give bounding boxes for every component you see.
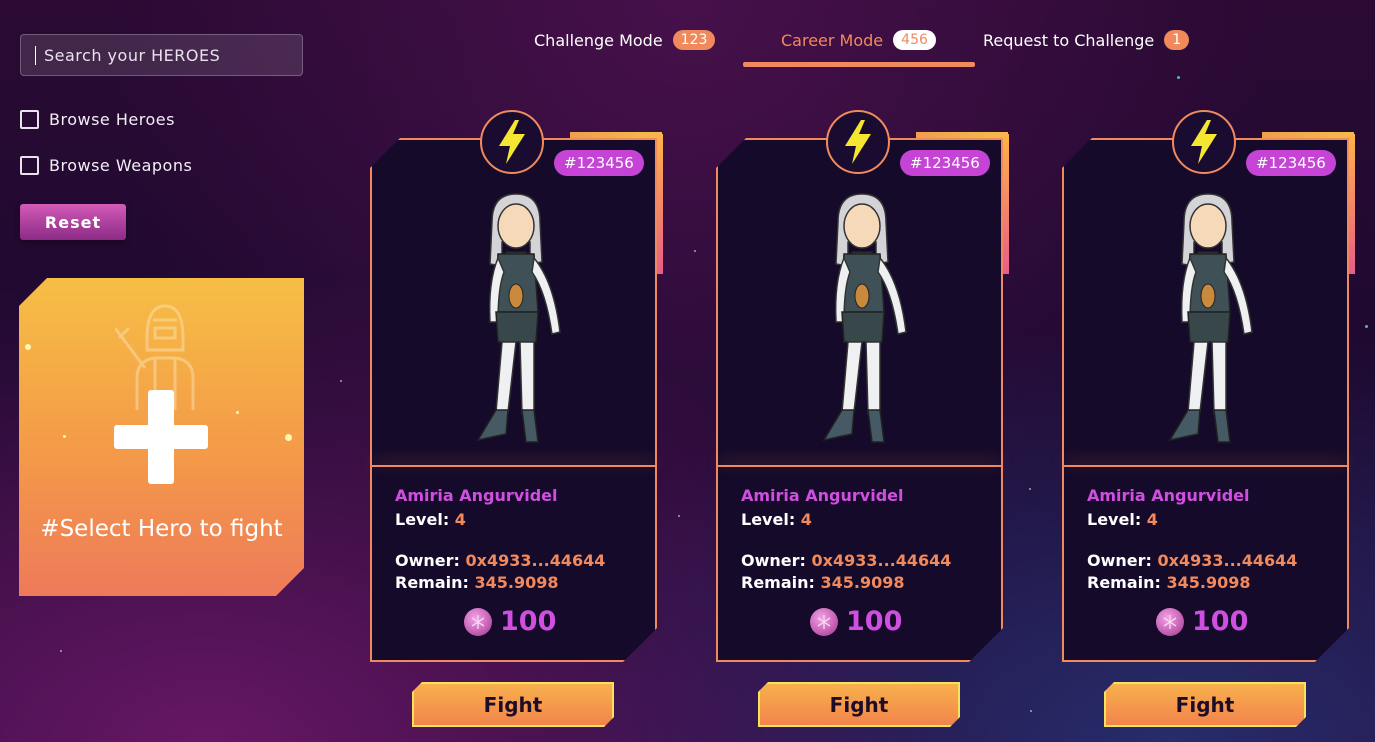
active-tab-indicator xyxy=(743,62,975,67)
card-glow xyxy=(916,132,1008,138)
hero-name: Amiria Angurvidel xyxy=(741,486,904,505)
hero-level: 4 xyxy=(454,510,466,529)
hero-card[interactable]: #123456 Amiria Angurvidel Level: 4 Owner… xyxy=(370,110,665,730)
tab-count-badge: 123 xyxy=(672,30,716,50)
card-divider xyxy=(718,465,1001,467)
card-divider xyxy=(372,465,655,467)
hero-id-badge: #123456 xyxy=(554,150,644,176)
hero-owner: 0x4933...44644 xyxy=(811,551,952,570)
price-value: 100 xyxy=(1192,606,1249,637)
hero-price: 100 xyxy=(464,606,556,637)
tab-label: Request to Challenge xyxy=(983,30,1155,50)
hero-remain: 345.9098 xyxy=(820,573,905,592)
hero-remain: 345.9098 xyxy=(1166,573,1251,592)
card-divider xyxy=(1064,465,1347,467)
hero-level: 4 xyxy=(1146,510,1158,529)
fight-button[interactable]: Fight xyxy=(1104,682,1306,727)
hero-owner: 0x4933...44644 xyxy=(1157,551,1298,570)
hero-portrait xyxy=(1168,193,1253,443)
hero-id-badge: #123456 xyxy=(900,150,990,176)
price-value: 100 xyxy=(500,606,557,637)
hero-portrait xyxy=(822,193,907,443)
hero-name: Amiria Angurvidel xyxy=(1087,486,1250,505)
token-coin-icon xyxy=(1156,607,1184,636)
token-coin-icon xyxy=(810,607,838,636)
owner-label: Owner: xyxy=(1087,551,1152,570)
sparkle xyxy=(285,434,292,441)
tab-career-mode[interactable]: Career Mode 456 xyxy=(781,30,936,50)
sparkle xyxy=(63,435,66,438)
hero-level: 4 xyxy=(800,510,812,529)
card-glow xyxy=(570,132,662,138)
card-glow xyxy=(1262,132,1354,138)
lightning-icon xyxy=(480,110,544,174)
hero-card[interactable]: #123456 Amiria Angurvidel Level: 4 Owner… xyxy=(1062,110,1357,730)
tab-label: Challenge Mode xyxy=(534,30,663,50)
browse-heroes-checkbox[interactable] xyxy=(20,110,39,129)
search-box[interactable] xyxy=(20,34,303,76)
tab-count-badge: 456 xyxy=(893,30,936,50)
browse-weapons-checkbox[interactable] xyxy=(20,156,39,175)
sparkle xyxy=(25,344,31,350)
token-coin-icon xyxy=(464,607,492,636)
hero-info: Amiria Angurvidel Level: 4 Owner: 0x4933… xyxy=(395,484,605,594)
hero-remain: 345.9098 xyxy=(474,573,559,592)
browse-weapons-label: Browse Weapons xyxy=(49,156,193,175)
lightning-icon xyxy=(826,110,890,174)
tab-challenge-mode[interactable]: Challenge Mode 123 xyxy=(534,30,716,50)
level-label: Level: xyxy=(741,510,796,529)
hero-owner: 0x4933...44644 xyxy=(465,551,606,570)
remain-label: Remain: xyxy=(1087,573,1161,592)
select-hero-slot[interactable]: #Select Hero to fight xyxy=(19,278,304,596)
fight-button[interactable]: Fight xyxy=(758,682,960,727)
hero-id-badge: #123456 xyxy=(1246,150,1336,176)
remain-label: Remain: xyxy=(395,573,469,592)
remain-label: Remain: xyxy=(741,573,815,592)
price-value: 100 xyxy=(846,606,903,637)
hero-name: Amiria Angurvidel xyxy=(395,486,558,505)
level-label: Level: xyxy=(1087,510,1142,529)
tab-request-to-challenge[interactable]: Request to Challenge 1 xyxy=(983,30,1190,50)
plus-icon-bar xyxy=(114,425,208,449)
fight-button[interactable]: Fight xyxy=(412,682,614,727)
reset-button[interactable]: Reset xyxy=(20,204,126,240)
filter-browse-weapons[interactable]: Browse Weapons xyxy=(20,156,192,175)
hero-card[interactable]: #123456 Amiria Angurvidel Level: 4 Owner… xyxy=(716,110,1011,730)
owner-label: Owner: xyxy=(741,551,806,570)
tab-label: Career Mode xyxy=(781,30,884,50)
hero-info: Amiria Angurvidel Level: 4 Owner: 0x4933… xyxy=(1087,484,1297,594)
hero-portrait xyxy=(476,193,561,443)
search-input[interactable] xyxy=(35,45,302,65)
browse-heroes-label: Browse Heroes xyxy=(49,110,175,129)
level-label: Level: xyxy=(395,510,450,529)
sparkle xyxy=(236,411,239,414)
filter-browse-heroes[interactable]: Browse Heroes xyxy=(20,110,175,129)
lightning-icon xyxy=(1172,110,1236,174)
hero-info: Amiria Angurvidel Level: 4 Owner: 0x4933… xyxy=(741,484,951,594)
hero-price: 100 xyxy=(810,606,902,637)
owner-label: Owner: xyxy=(395,551,460,570)
select-hero-label: #Select Hero to fight xyxy=(40,516,283,542)
hero-price: 100 xyxy=(1156,606,1248,637)
tab-count-badge: 1 xyxy=(1164,30,1190,50)
